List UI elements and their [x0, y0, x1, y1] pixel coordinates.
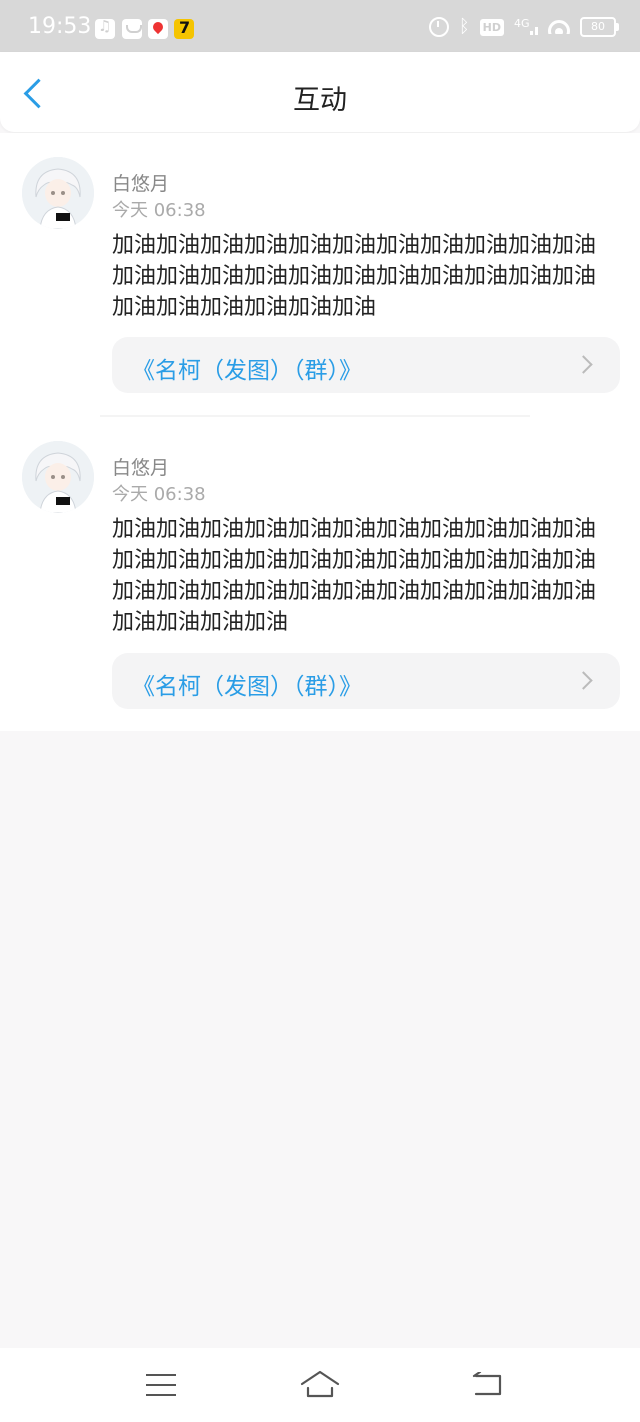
message-text: 加油加油加油加油加油加油加油加油加油加油加油加油加油加油加油加油加油加油加油加油… — [112, 517, 597, 635]
interaction-feed: 白悠月 今天 06:38 加油加油加油加油加油加油加油加油加油加油加油加油加油加… — [0, 133, 640, 731]
linked-post-title: 《名柯（发图）（群）》 — [132, 358, 362, 384]
mail-icon — [122, 19, 142, 39]
map-icon — [148, 19, 168, 39]
timestamp: 今天 06:38 — [112, 200, 206, 221]
avatar[interactable] — [22, 441, 94, 513]
signal-bar — [530, 31, 533, 35]
alarm-icon — [428, 17, 449, 37]
home-icon[interactable] — [300, 1370, 340, 1398]
system-nav-bar — [0, 1348, 640, 1422]
menu-line — [146, 1374, 176, 1376]
avatar-image — [22, 441, 94, 513]
bluetooth-icon: ᛒ — [458, 16, 470, 37]
list-item: 白悠月 今天 06:38 加油加油加油加油加油加油加油加油加油加油加油加油加油加… — [0, 417, 640, 731]
chevron-right-icon — [574, 671, 593, 690]
back-icon[interactable] — [472, 1372, 504, 1396]
status-time: 19:53 — [28, 14, 92, 39]
hd-badge: HD — [479, 18, 504, 36]
message-text: 加油加油加油加油加油加油加油加油加油加油加油加油加油加油加油加油加油加油加油加油… — [112, 233, 597, 320]
timestamp: 今天 06:38 — [112, 484, 206, 505]
menu-line — [146, 1394, 176, 1396]
signal-bar — [535, 27, 538, 35]
battery-icon: 80 — [580, 17, 619, 37]
avatar[interactable] — [22, 157, 94, 229]
network-type: 4G — [514, 17, 530, 30]
signal-icon: 4G — [514, 17, 538, 37]
username[interactable]: 白悠月 — [112, 169, 169, 196]
list-item: 白悠月 今天 06:38 加油加油加油加油加油加油加油加油加油加油加油加油加油加… — [0, 133, 640, 415]
menu-line — [146, 1384, 176, 1386]
username[interactable]: 白悠月 — [112, 453, 169, 480]
wifi-icon — [548, 20, 570, 34]
status-bar: 19:53 ᛒ HD 4G 80 — [0, 0, 640, 52]
menu-icon[interactable] — [146, 1374, 176, 1396]
status-indicators: ᛒ HD 4G 80 — [428, 16, 619, 37]
music-icon — [95, 17, 115, 39]
avatar-image — [22, 157, 94, 229]
cat-app-icon — [174, 18, 194, 39]
page-title: 互动 — [293, 85, 347, 116]
linked-post-card[interactable]: 《名柯（发图）（群）》 — [112, 337, 620, 393]
linked-post-card[interactable]: 《名柯（发图）（群）》 — [112, 653, 620, 709]
app-header: 互动 — [0, 52, 640, 132]
linked-post-title: 《名柯（发图）（群）》 — [132, 674, 362, 700]
chevron-right-icon — [574, 355, 593, 374]
